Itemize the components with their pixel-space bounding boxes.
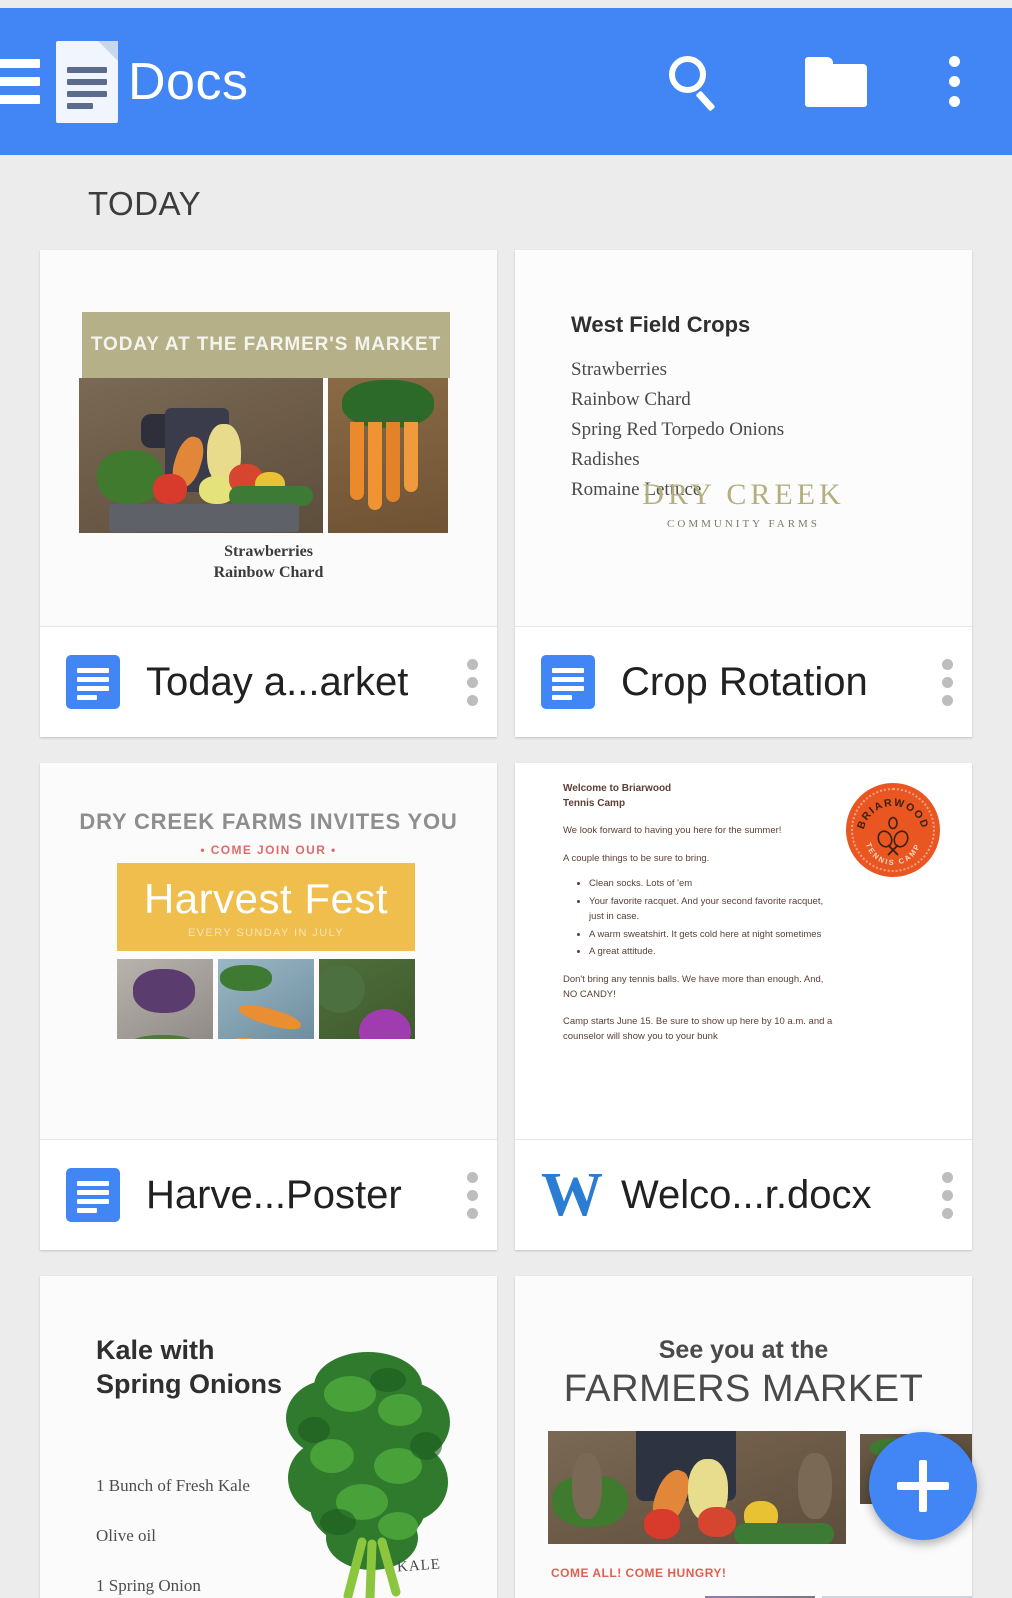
app-bar: Docs (0, 8, 1012, 155)
microsoft-word-icon: W (541, 1161, 603, 1229)
list-item: A warm sweatshirt. It gets cold here at … (589, 928, 833, 943)
photo-carrots (218, 959, 314, 1039)
kale-handwritten-label: KALE (396, 1556, 442, 1576)
file-name: Harve...Poster (146, 1172, 402, 1217)
letter-body: Welcome to Briarwood Tennis Camp We look… (563, 781, 833, 1045)
flyer-come-line: COME ALL! COME HUNGRY! (551, 1566, 727, 1580)
create-new-document[interactable] (869, 1432, 977, 1540)
card-footer: Crop Rotation (515, 627, 972, 737)
more-vert-icon[interactable] (949, 56, 960, 107)
flyer-line-2: FARMERS MARKET (563, 1368, 924, 1410)
more-vert-icon[interactable] (936, 1166, 953, 1225)
preview-heading: West Field Crops (571, 312, 751, 337)
more-vert-icon[interactable] (461, 653, 478, 712)
carrots-photo (328, 378, 448, 533)
more-vert-icon[interactable] (936, 653, 953, 712)
file-name: Crop Rotation (621, 659, 868, 704)
card-footer: Today a...arket (40, 627, 497, 737)
list-item: A great attitude. (589, 945, 833, 960)
section-header-today: TODAY (88, 185, 202, 222)
document-card[interactable]: TODAY AT THE FARMER'S MARKET Strawberrie… (40, 250, 497, 737)
document-card[interactable]: West Field Crops Strawberries Rainbow Ch… (515, 250, 972, 737)
letter-paragraph: A couple things to be sure to bring. (563, 852, 710, 864)
app-title: Docs (128, 52, 249, 111)
more-vert-icon[interactable] (461, 1166, 478, 1225)
file-name: Welco...r.docx (621, 1172, 872, 1217)
document-thumbnail[interactable]: Kale with Spring Onions 1 Bunch of Fresh… (40, 1276, 497, 1598)
thumbnail-caption: Strawberries Rainbow Chard (213, 543, 324, 581)
app-brand[interactable]: Docs (56, 40, 249, 123)
docs-logo-icon (56, 40, 118, 123)
letter-paragraph: Camp starts June 15. Be sure to show up … (563, 1016, 833, 1043)
list-item: Clean socks. Lots of 'em (589, 877, 833, 892)
flyer-line-1: See you at the (658, 1336, 829, 1364)
document-thumbnail[interactable]: West Field Crops Strawberries Rainbow Ch… (515, 250, 972, 627)
app-screen: Docs TODAY TODAY AT THE FARMER'S MARKET (0, 0, 1012, 1598)
document-thumbnail[interactable]: TODAY AT THE FARMER'S MARKET Strawberrie… (40, 250, 497, 627)
dry-creek-logo: DRY CREEK COMMUNITY FARMS (642, 478, 845, 530)
svg-text:TENNIS CAMP: TENNIS CAMP (864, 841, 922, 867)
poster-photo-strip (117, 959, 415, 1039)
google-docs-icon (66, 655, 120, 709)
document-card[interactable]: Kale with Spring Onions 1 Bunch of Fresh… (40, 1276, 497, 1598)
search-icon[interactable] (667, 54, 723, 112)
card-footer: W Welco...r.docx (515, 1140, 972, 1250)
photo-greens (117, 959, 213, 1039)
recipe-ingredients: 1 Bunch of Fresh Kale Olive oil 1 Spring… (96, 1476, 250, 1596)
document-grid: TODAY AT THE FARMER'S MARKET Strawberrie… (40, 250, 972, 1598)
poster-title-band: Harvest Fest EVERY SUNDAY IN JULY (117, 863, 415, 951)
document-card[interactable]: DRY CREEK FARMS INVITES YOU • COME JOIN … (40, 763, 497, 1250)
letter-bullet-list: Clean socks. Lots of 'em Your favorite r… (589, 877, 833, 960)
folder-icon[interactable] (805, 56, 867, 107)
produce-photo (548, 1431, 846, 1544)
briarwood-tennis-camp-badge: BRIARWOOD TENNIS CAMP (846, 783, 940, 877)
google-docs-icon (66, 1168, 120, 1222)
google-docs-icon (541, 655, 595, 709)
document-list: TODAY TODAY AT THE FARMER'S MARKET Straw… (0, 155, 1012, 1598)
card-footer: Harve...Poster (40, 1140, 497, 1250)
thumbnail-banner: TODAY AT THE FARMER'S MARKET (82, 312, 450, 378)
list-item: Your favorite racquet. And your second f… (589, 895, 833, 924)
poster-join-line: • COME JOIN OUR • (200, 843, 337, 857)
app-bar-actions (667, 54, 1012, 112)
document-thumbnail[interactable]: Welcome to Briarwood Tennis Camp We look… (515, 763, 972, 1140)
produce-photo (79, 378, 323, 533)
file-name: Today a...arket (146, 659, 409, 704)
hamburger-menu-icon[interactable] (0, 59, 42, 104)
svg-text:BRIARWOOD: BRIARWOOD (855, 797, 931, 831)
recipe-title: Kale with Spring Onions (96, 1335, 282, 1399)
letter-heading: Welcome to Briarwood Tennis Camp (563, 783, 672, 809)
document-thumbnail[interactable]: DRY CREEK FARMS INVITES YOU • COME JOIN … (40, 763, 497, 1140)
poster-invite-line: DRY CREEK FARMS INVITES YOU (79, 809, 458, 834)
badge-artwork: BRIARWOOD TENNIS CAMP (855, 797, 931, 867)
document-card[interactable]: Welcome to Briarwood Tennis Camp We look… (515, 763, 972, 1250)
letter-paragraph: Don't bring any tennis balls. We have mo… (563, 974, 824, 1000)
letter-paragraph: We look forward to having you here for t… (563, 825, 782, 836)
photo-cabbage (319, 959, 415, 1039)
